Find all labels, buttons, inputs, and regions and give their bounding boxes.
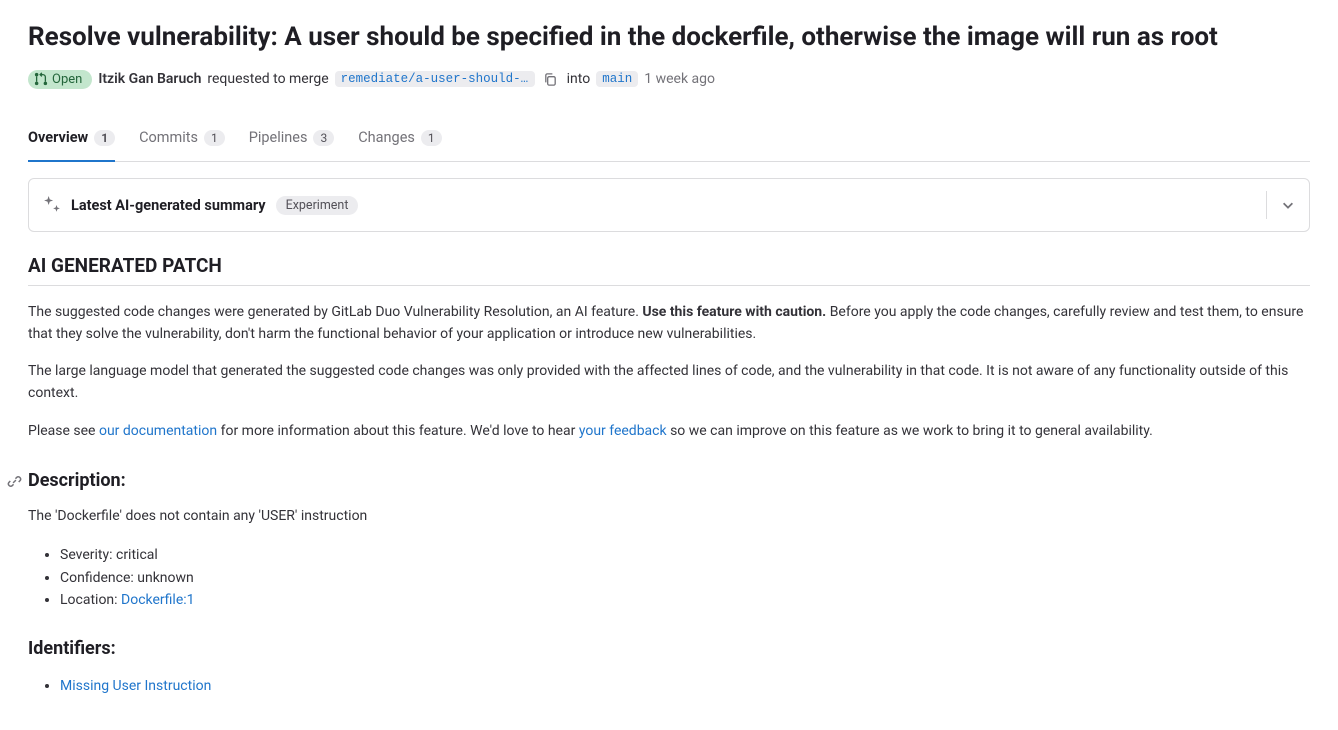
paragraph-caution: The suggested code changes were generate… — [28, 302, 1310, 345]
author-name[interactable]: Itzik Gan Baruch — [98, 71, 201, 87]
ai-patch-heading: AI GENERATED PATCH — [28, 254, 1310, 286]
chevron-down-icon — [1281, 198, 1295, 212]
documentation-link[interactable]: our documentation — [99, 423, 217, 439]
feedback-link[interactable]: your feedback — [579, 423, 667, 439]
body-content: The suggested code changes were generate… — [28, 302, 1310, 697]
paragraph-context: The large language model that generated … — [28, 361, 1310, 404]
ai-summary-panel[interactable]: Latest AI-generated summary Experiment — [28, 178, 1310, 232]
tab-overview[interactable]: Overview 1 — [28, 117, 115, 162]
identifier-item: Missing User Instruction — [60, 675, 1310, 697]
ai-summary-title: Latest AI-generated summary — [71, 197, 266, 214]
tab-label: Overview — [28, 129, 88, 146]
description-text: The 'Dockerfile' does not contain any 'U… — [28, 506, 1310, 528]
tab-commits[interactable]: Commits 1 — [139, 117, 225, 162]
requested-text: requested to merge — [207, 71, 328, 87]
tab-label: Pipelines — [249, 129, 308, 146]
tab-pipelines[interactable]: Pipelines 3 — [249, 117, 335, 162]
tab-label: Changes — [358, 129, 415, 146]
severity-item: Severity: critical — [60, 544, 1310, 566]
tab-changes[interactable]: Changes 1 — [358, 117, 441, 162]
status-label: Open — [52, 72, 82, 87]
experiment-badge: Experiment — [276, 196, 359, 215]
paragraph-docs: Please see our documentation for more in… — [28, 421, 1310, 443]
merge-request-icon — [34, 72, 48, 86]
confidence-item: Confidence: unknown — [60, 567, 1310, 589]
description-details: Severity: critical Confidence: unknown L… — [28, 544, 1310, 611]
description-heading: Description: — [28, 467, 1310, 495]
tab-count: 1 — [421, 130, 442, 146]
status-badge: Open — [28, 70, 92, 89]
timestamp: 1 week ago — [644, 71, 715, 87]
tab-count: 1 — [94, 130, 115, 146]
tab-count: 3 — [313, 130, 334, 146]
location-link[interactable]: Dockerfile:1 — [121, 592, 194, 608]
tab-count: 1 — [204, 130, 225, 146]
merge-request-meta: Open Itzik Gan Baruch requested to merge… — [28, 69, 1310, 89]
identifiers-list: Missing User Instruction — [28, 675, 1310, 697]
identifier-link[interactable]: Missing User Instruction — [60, 678, 211, 694]
tabs: Overview 1 Commits 1 Pipelines 3 Changes… — [28, 117, 1310, 162]
into-text: into — [567, 71, 591, 87]
identifiers-heading: Identifiers: — [28, 635, 1310, 663]
location-item: Location: Dockerfile:1 — [60, 589, 1310, 611]
expand-toggle[interactable] — [1266, 191, 1295, 219]
source-branch[interactable]: remediate/a-user-should-be… — [335, 71, 535, 87]
ai-sparkle-icon — [43, 196, 61, 214]
target-branch[interactable]: main — [596, 71, 638, 87]
page-title: Resolve vulnerability: A user should be … — [28, 20, 1310, 55]
tab-label: Commits — [139, 129, 198, 146]
copy-branch-icon[interactable] — [541, 69, 561, 89]
link-anchor-icon[interactable] — [7, 470, 22, 498]
